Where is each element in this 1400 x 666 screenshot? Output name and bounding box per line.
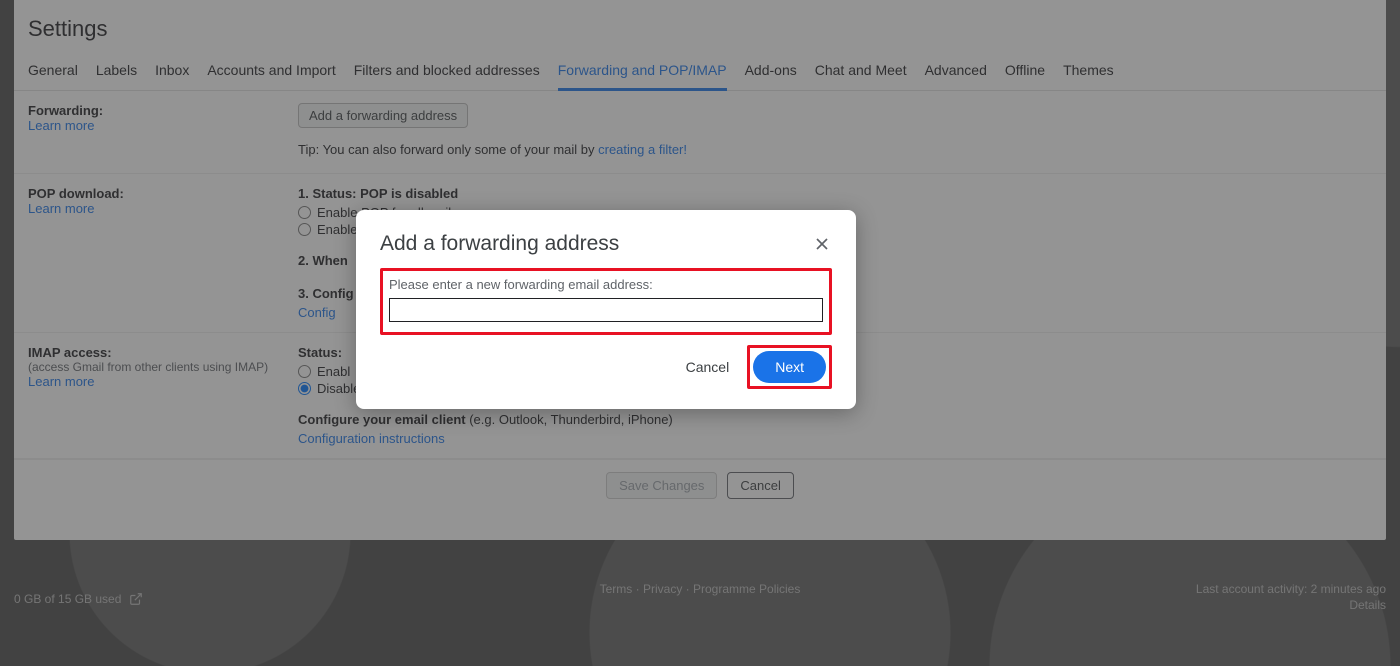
close-icon[interactable] <box>812 234 832 254</box>
dialog-cancel-button[interactable]: Cancel <box>682 351 734 383</box>
dialog-body-highlight: Please enter a new forwarding email addr… <box>380 268 832 335</box>
dialog-title: Add a forwarding address <box>380 232 619 256</box>
dialog-prompt: Please enter a new forwarding email addr… <box>389 277 823 292</box>
forwarding-email-input[interactable] <box>389 298 823 322</box>
next-highlight: Next <box>747 345 832 389</box>
add-forwarding-dialog: Add a forwarding address Please enter a … <box>356 210 856 409</box>
dialog-next-button[interactable]: Next <box>753 351 826 383</box>
